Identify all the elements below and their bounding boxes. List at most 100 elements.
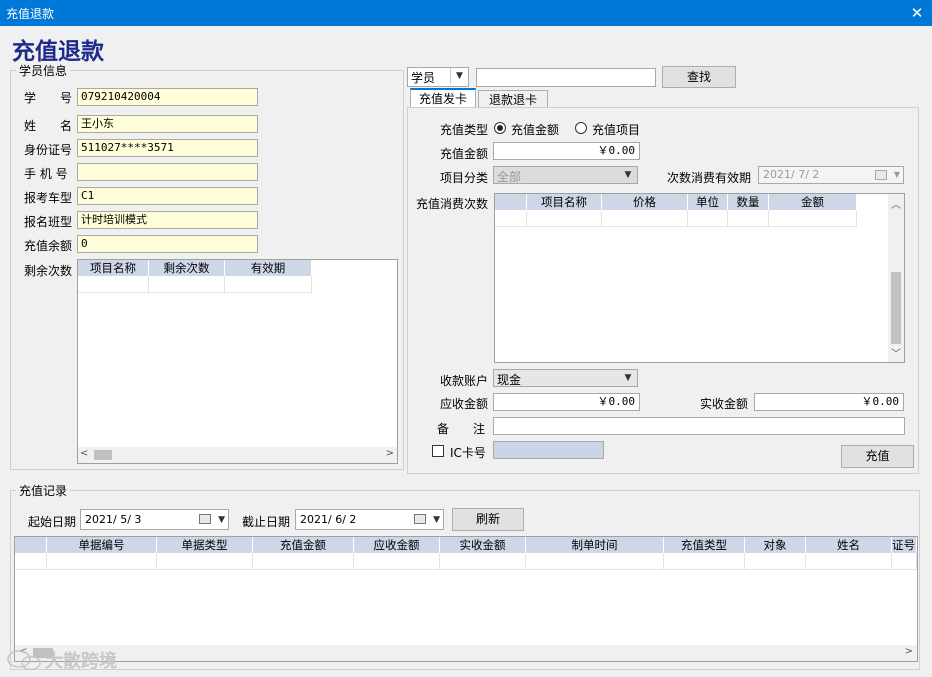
end-date-label: 截止日期 bbox=[242, 515, 291, 529]
col-doc-type[interactable]: 单据类型 bbox=[157, 537, 253, 553]
account-label: 收款账户 bbox=[440, 374, 489, 388]
window-title: 充值退款 bbox=[6, 7, 55, 21]
remaining-grid[interactable]: 项目名称 剩余次数 有效期 < > bbox=[77, 259, 398, 464]
scroll-right-icon[interactable]: > bbox=[386, 448, 394, 459]
col-item-name[interactable]: 项目名称 bbox=[527, 194, 602, 210]
col-receivable[interactable]: 应收金额 bbox=[354, 537, 440, 553]
table-row[interactable] bbox=[495, 210, 857, 227]
table-row[interactable] bbox=[78, 276, 312, 293]
search-button[interactable]: 查找 bbox=[662, 66, 736, 88]
chevron-down-icon[interactable]: ▼ bbox=[450, 68, 468, 84]
search-type-select[interactable]: 学员 ▼ bbox=[407, 67, 469, 87]
close-icon[interactable]: ✕ bbox=[902, 0, 932, 26]
remaining-label: 剩余次数 bbox=[24, 264, 73, 278]
horizontal-scrollbar[interactable]: < > bbox=[15, 645, 917, 661]
received-label: 实收金额 bbox=[700, 397, 749, 411]
col-unit[interactable]: 单位 bbox=[688, 194, 728, 210]
recharge-type-label: 充值类型 bbox=[440, 123, 489, 137]
col-name[interactable]: 姓名 bbox=[806, 537, 892, 553]
col-project-name[interactable]: 项目名称 bbox=[78, 260, 149, 276]
calendar-icon[interactable] bbox=[414, 514, 426, 524]
car-type-label: 报考车型 bbox=[24, 191, 73, 205]
wechat-icon bbox=[7, 650, 41, 671]
radio-project[interactable] bbox=[575, 122, 587, 134]
col-validity[interactable]: 有效期 bbox=[225, 260, 312, 276]
radio-project-label[interactable]: 充值项目 bbox=[592, 121, 640, 138]
consume-grid[interactable]: 项目名称 价格 单位 数量 金额 ︿ ﹀ bbox=[494, 193, 905, 363]
window-titlebar: 充值退款 ✕ bbox=[0, 0, 932, 26]
account-select[interactable]: 现金 ▼ bbox=[493, 369, 638, 387]
receivable-label: 应收金额 bbox=[440, 397, 489, 411]
horizontal-scrollbar[interactable]: < > bbox=[78, 447, 397, 463]
chevron-down-icon[interactable]: ▼ bbox=[894, 167, 900, 183]
end-date-picker[interactable]: 2021/ 6/ 2 ▼ bbox=[295, 509, 444, 530]
received-field[interactable]: ￥0.00 bbox=[754, 393, 904, 411]
records-grid[interactable]: 单据编号 单据类型 充值金额 应收金额 实收金额 制单时间 充值类型 对象 姓名… bbox=[14, 536, 918, 662]
tab-recharge[interactable]: 充值发卡 bbox=[410, 88, 476, 108]
student-info-title: 学员信息 bbox=[16, 62, 71, 79]
chevron-down-icon[interactable]: ▼ bbox=[218, 511, 225, 529]
scroll-up-icon[interactable]: ︿ bbox=[891, 196, 901, 211]
student-id-label: 学 号 bbox=[24, 91, 73, 105]
col-recharge-amount[interactable]: 充值金额 bbox=[253, 537, 354, 553]
scrollbar-thumb[interactable] bbox=[891, 272, 901, 344]
scrollbar-thumb[interactable] bbox=[94, 450, 112, 460]
validity-label: 次数消费有效期 bbox=[667, 171, 752, 185]
col-doc-no[interactable]: 单据编号 bbox=[47, 537, 157, 553]
col-received[interactable]: 实收金额 bbox=[440, 537, 526, 553]
phone-label: 手 机 号 bbox=[24, 167, 68, 181]
refresh-button[interactable]: 刷新 bbox=[452, 508, 524, 531]
col-created-time[interactable]: 制单时间 bbox=[526, 537, 664, 553]
car-type-field[interactable]: C1 bbox=[77, 187, 258, 205]
category-select: 全部 ▼ bbox=[493, 166, 638, 184]
start-date-label: 起始日期 bbox=[28, 515, 77, 529]
receivable-field[interactable]: ￥0.00 bbox=[493, 393, 640, 411]
balance-label: 充值余额 bbox=[24, 239, 73, 253]
col-recharge-type[interactable]: 充值类型 bbox=[664, 537, 745, 553]
scroll-down-icon[interactable]: ﹀ bbox=[891, 345, 901, 360]
remark-label: 备 注 bbox=[437, 422, 486, 436]
radio-amount[interactable] bbox=[494, 122, 506, 134]
phone-field[interactable] bbox=[77, 163, 258, 181]
category-label: 项目分类 bbox=[440, 171, 489, 185]
amount-label: 充值金额 bbox=[440, 147, 489, 161]
col-target[interactable]: 对象 bbox=[745, 537, 806, 553]
radio-amount-label[interactable]: 充值金额 bbox=[511, 121, 559, 138]
search-input[interactable] bbox=[476, 68, 656, 87]
remark-input[interactable] bbox=[493, 417, 905, 435]
col-price[interactable]: 价格 bbox=[602, 194, 688, 210]
calendar-icon[interactable] bbox=[875, 170, 887, 180]
chevron-down-icon[interactable]: ▼ bbox=[433, 511, 440, 529]
recharge-button[interactable]: 充值 bbox=[841, 445, 914, 468]
records-title: 充值记录 bbox=[16, 482, 71, 499]
student-id-field[interactable]: 079210420004 bbox=[77, 88, 258, 106]
ic-card-field[interactable] bbox=[493, 441, 604, 459]
amount-field[interactable]: ￥0.00 bbox=[493, 142, 640, 160]
class-type-field[interactable]: 计时培训模式 bbox=[77, 211, 258, 229]
col-id-no[interactable]: 证号 bbox=[892, 537, 917, 553]
consume-label: 充值消费次数 bbox=[416, 197, 489, 211]
idcard-field[interactable]: 511027****3571 bbox=[77, 139, 258, 157]
chevron-down-icon: ▼ bbox=[624, 170, 632, 180]
col-remaining-count[interactable]: 剩余次数 bbox=[149, 260, 225, 276]
idcard-label: 身份证号 bbox=[24, 143, 73, 157]
col-amount[interactable]: 金额 bbox=[769, 194, 857, 210]
start-date-picker[interactable]: 2021/ 5/ 3 ▼ bbox=[80, 509, 229, 530]
calendar-icon[interactable] bbox=[199, 514, 211, 524]
ic-card-label[interactable]: IC卡号 bbox=[450, 444, 486, 461]
watermark-text: 大散跨境 bbox=[45, 651, 117, 672]
chevron-down-icon[interactable]: ▼ bbox=[619, 370, 637, 386]
name-label: 姓 名 bbox=[24, 119, 73, 133]
vertical-scrollbar[interactable]: ︿ ﹀ bbox=[888, 194, 904, 362]
name-field[interactable]: 王小东 bbox=[77, 115, 258, 133]
tab-refund[interactable]: 退款退卡 bbox=[478, 90, 548, 108]
scroll-right-icon[interactable]: > bbox=[905, 646, 913, 657]
ic-card-checkbox[interactable] bbox=[432, 445, 444, 457]
validity-date-picker[interactable]: 2021/ 7/ 2 ▼ bbox=[758, 166, 904, 184]
col-qty[interactable]: 数量 bbox=[728, 194, 769, 210]
watermark: 大散跨境 bbox=[6, 648, 117, 672]
class-type-label: 报名班型 bbox=[24, 215, 73, 229]
table-row[interactable] bbox=[15, 553, 917, 570]
scroll-left-icon[interactable]: < bbox=[80, 448, 88, 459]
balance-field[interactable]: 0 bbox=[77, 235, 258, 253]
